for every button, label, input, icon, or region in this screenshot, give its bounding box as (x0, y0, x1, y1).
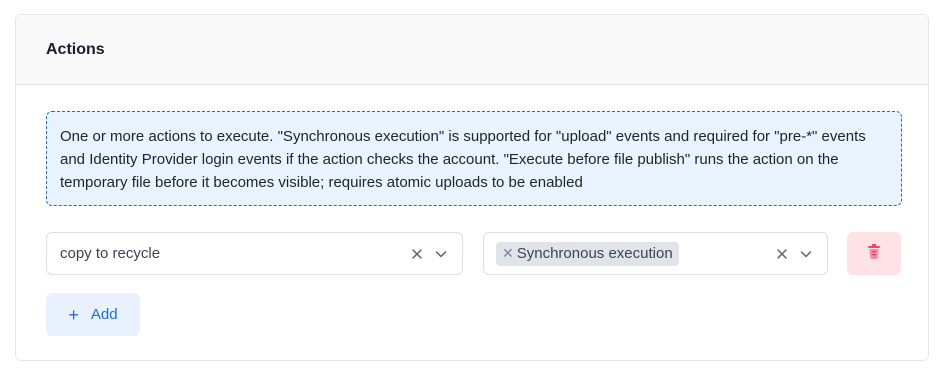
action-select-value: copy to recycle (60, 245, 161, 262)
card-title: Actions (46, 40, 105, 58)
options-select[interactable]: ✕ Synchronous execution (483, 232, 828, 275)
trash-icon (866, 243, 882, 265)
actions-card: Actions One or more actions to execute. … (15, 14, 929, 361)
chevron-down-icon[interactable] (799, 233, 813, 274)
plus-icon: + (68, 304, 79, 325)
action-select[interactable]: copy to recycle (46, 232, 463, 275)
option-tag-label: Synchronous execution (516, 245, 673, 262)
close-icon[interactable] (411, 233, 423, 274)
info-notice: One or more actions to execute. "Synchro… (46, 111, 902, 206)
card-header: Actions (16, 15, 928, 85)
close-icon[interactable] (776, 233, 788, 274)
option-tag: ✕ Synchronous execution (496, 241, 679, 266)
add-action-button[interactable]: + Add (46, 293, 140, 336)
delete-action-button[interactable] (847, 232, 901, 275)
add-button-label: Add (90, 306, 118, 323)
chevron-down-icon[interactable] (434, 233, 448, 274)
remove-tag-icon[interactable]: ✕ (502, 245, 514, 262)
